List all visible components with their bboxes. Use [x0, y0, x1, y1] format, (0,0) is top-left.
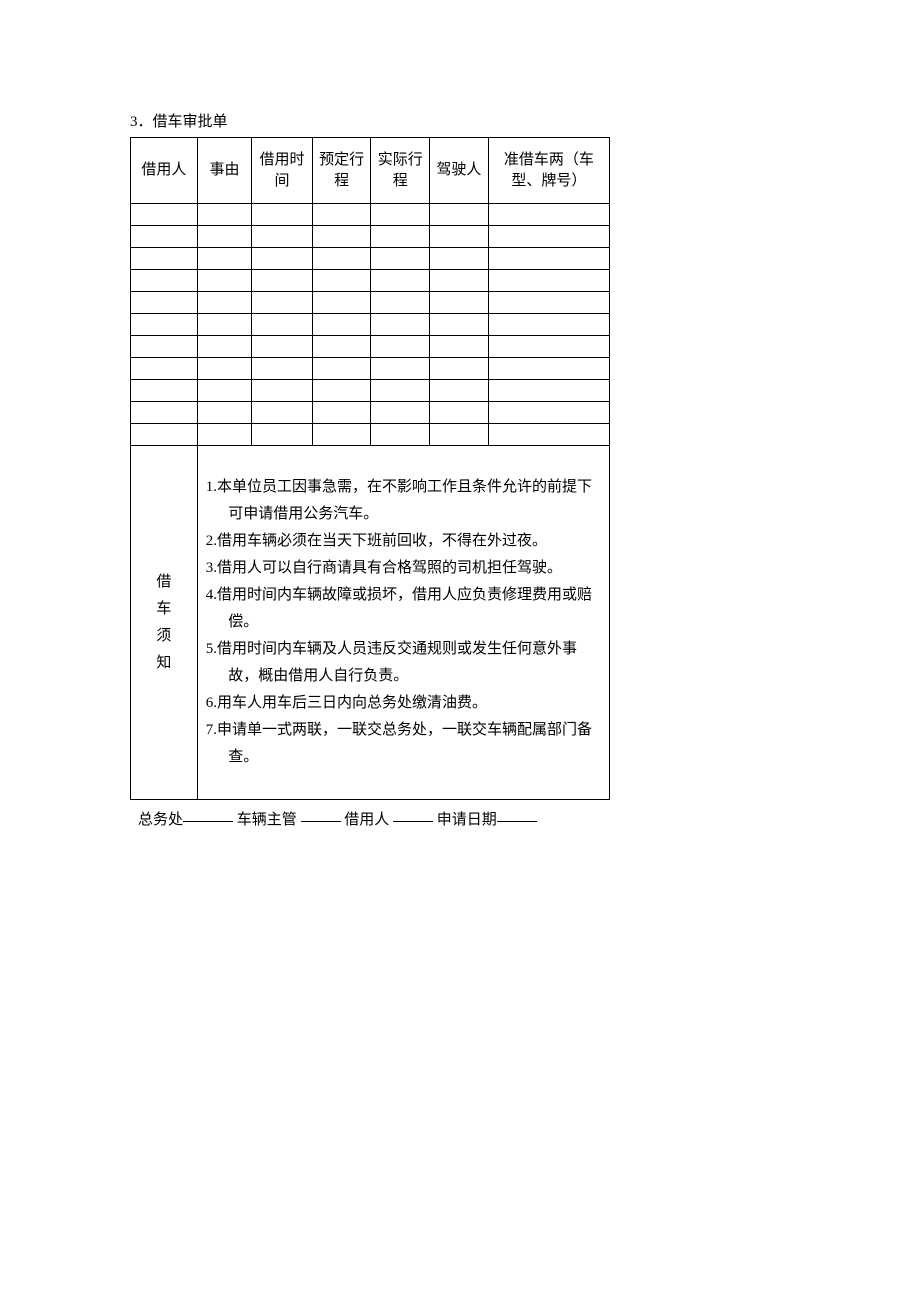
- blank-line: [301, 807, 341, 822]
- header-approved-vehicle: 准借车两（车型、牌号）: [488, 138, 609, 204]
- table-row: [131, 336, 610, 358]
- notice-item: 5.借用时间内车辆及人员违反交通规则或发生任何意外事故，概由借用人自行负责。: [206, 636, 595, 690]
- signature-footer: 总务处 车辆主管 借用人 申请日期: [130, 808, 790, 829]
- notice-item: 6.用车人用车后三日内向总务处缴清油费。: [206, 690, 595, 717]
- header-driver: 驾驶人: [430, 138, 489, 204]
- notice-content: 1.本单位员工因事急需，在不影响工作且条件允许的前提下可申请借用公务汽车。 2.…: [197, 446, 609, 800]
- table-row: [131, 292, 610, 314]
- header-borrow-time: 借用时间: [252, 138, 313, 204]
- notice-row: 借车须知 1.本单位员工因事急需，在不影响工作且条件允许的前提下可申请借用公务汽…: [131, 446, 610, 800]
- table-row: [131, 204, 610, 226]
- table-row: [131, 248, 610, 270]
- table-row: [131, 226, 610, 248]
- table-row: [131, 380, 610, 402]
- table-row: [131, 358, 610, 380]
- table-row: [131, 402, 610, 424]
- page-title: 3．借车审批单: [130, 110, 790, 131]
- notice-side-label: 借车须知: [131, 446, 198, 800]
- table-row: [131, 314, 610, 336]
- footer-label-vehicle-supervisor: 车辆主管: [237, 812, 297, 828]
- footer-label-general-office: 总务处: [138, 812, 183, 828]
- notice-item: 3.借用人可以自行商请具有合格驾照的司机担任驾驶。: [206, 555, 595, 582]
- approval-form-table: 借用人 事由 借用时间 预定行程 实际行程 驾驶人 准借车两（车型、牌号） 借车…: [130, 137, 610, 800]
- table-row: [131, 270, 610, 292]
- notice-label-char: 借车须知: [156, 574, 171, 671]
- blank-line: [497, 807, 537, 822]
- table-row: [131, 424, 610, 446]
- notice-item: 1.本单位员工因事急需，在不影响工作且条件允许的前提下可申请借用公务汽车。: [206, 474, 595, 528]
- notice-item: 7.申请单一式两联，一联交总务处，一联交车辆配属部门备查。: [206, 717, 595, 771]
- blank-line: [393, 807, 433, 822]
- footer-label-apply-date: 申请日期: [437, 812, 497, 828]
- blank-line: [183, 807, 233, 822]
- header-reason: 事由: [197, 138, 252, 204]
- notice-item: 2.借用车辆必须在当天下班前回收，不得在外过夜。: [206, 528, 595, 555]
- header-borrower: 借用人: [131, 138, 198, 204]
- header-planned-trip: 预定行程: [312, 138, 371, 204]
- footer-label-borrower: 借用人: [344, 812, 389, 828]
- notice-item: 4.借用时间内车辆故障或损坏，借用人应负责修理费用或赔偿。: [206, 582, 595, 636]
- table-header-row: 借用人 事由 借用时间 预定行程 实际行程 驾驶人 准借车两（车型、牌号）: [131, 138, 610, 204]
- header-actual-trip: 实际行程: [371, 138, 430, 204]
